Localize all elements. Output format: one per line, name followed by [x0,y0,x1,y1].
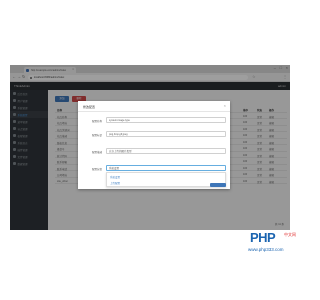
field-row-name: 配置名称 system.image.type [78,117,230,123]
site-watermark: PHP 中文网 www.php333.com [228,230,296,262]
field-row-desc: 配置描述 允许上传的图片类型 [78,148,230,154]
close-icon[interactable]: × [224,104,226,108]
config-group-select[interactable]: 系统设置 [106,165,226,171]
watermark-suffix: 中文网 [284,232,296,237]
dropdown-option[interactable]: 系统设置 [107,175,225,180]
modal-title: 修改配置 [83,105,96,109]
watermark-logo: PHP [250,230,276,245]
screenshot-frame: http://example.com/admin/index × – □ × ←… [10,65,290,230]
field-label: 配置分组 [91,167,102,171]
watermark-url: www.php333.com [248,247,284,252]
field-row-key: 配置标识 png,bmp,gif,jpeg [78,131,230,137]
edit-config-modal: 修改配置 × 配置名称 system.image.type 配置标识 png,b… [78,101,230,189]
field-label: 配置标识 [91,133,102,137]
config-desc-input[interactable]: 允许上传的图片类型 [106,148,226,154]
submit-button[interactable] [210,183,226,187]
modal-divider [78,111,230,112]
field-label: 配置描述 [91,150,102,154]
field-label: 配置名称 [91,119,102,123]
group-dropdown: 系统设置 上传配置 [106,172,226,187]
config-key-input[interactable]: png,bmp,gif,jpeg [106,131,226,137]
field-row-group: 配置分组 系统设置 [78,165,230,171]
dropdown-option[interactable]: 上传配置 [107,181,225,186]
config-name-input[interactable]: system.image.type [106,117,226,123]
